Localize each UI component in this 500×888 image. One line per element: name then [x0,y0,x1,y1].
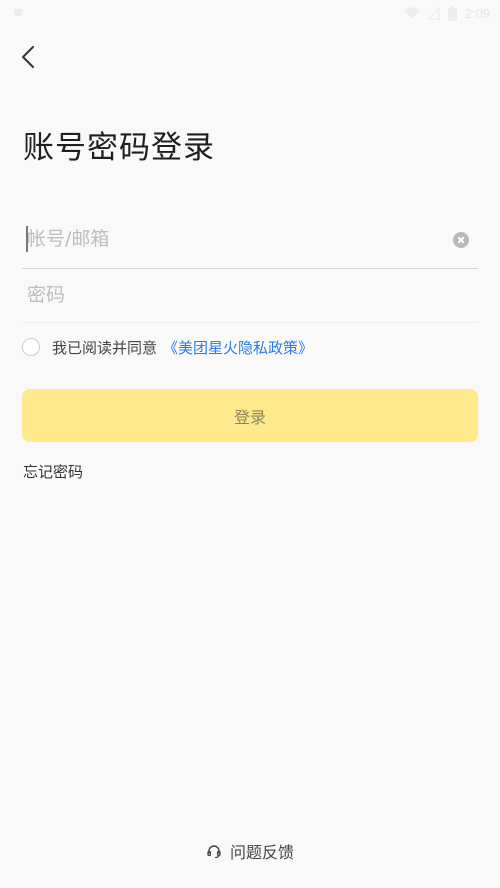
password-input[interactable] [27,278,447,312]
agreement-row: 我已阅读并同意 《美团星火隐私政策》 [22,336,313,358]
privacy-policy-link[interactable]: 《美团星火隐私政策》 [163,337,313,358]
account-input[interactable] [27,222,427,256]
agreement-text: 我已阅读并同意 [52,338,158,357]
status-bar: 2:09 [0,0,500,26]
feedback-button[interactable]: 问题反馈 [0,838,500,864]
agreement-checkbox[interactable] [22,338,40,356]
back-button[interactable] [14,40,44,74]
status-time: 2:09 [464,5,490,21]
headset-icon [207,845,221,859]
forgot-password-link[interactable]: 忘记密码 [23,461,83,482]
notification-icon [14,9,22,16]
page-title: 账号密码登录 [23,130,215,166]
wifi-icon [404,6,420,19]
status-right-group: 2:09 [404,4,490,22]
login-button[interactable]: 登录 [22,389,478,442]
account-field [22,212,478,269]
signal-icon [427,6,440,20]
feedback-label: 问题反馈 [229,843,294,862]
chevron-left-icon [22,46,34,68]
clear-circle-icon[interactable] [453,232,469,248]
login-button-label: 登录 [233,407,266,427]
password-field [22,268,478,323]
battery-icon [447,5,457,21]
